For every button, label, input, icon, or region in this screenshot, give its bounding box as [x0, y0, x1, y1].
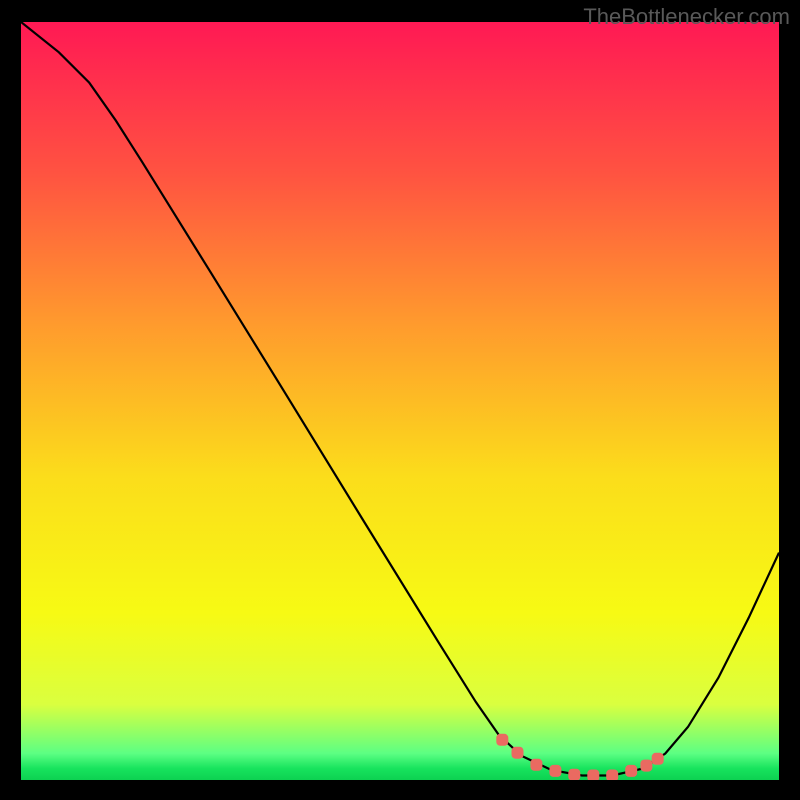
highlight-marker	[549, 765, 561, 777]
highlight-markers	[496, 734, 663, 780]
highlight-marker	[587, 770, 599, 781]
chart-plot-area	[21, 22, 779, 780]
gradient-background	[21, 22, 779, 780]
bottleneck-curve	[21, 22, 779, 776]
highlight-marker	[530, 759, 542, 771]
highlight-marker	[568, 769, 580, 780]
highlight-marker	[512, 747, 524, 759]
highlight-marker	[496, 734, 508, 746]
highlight-marker	[625, 765, 637, 777]
highlight-marker	[606, 770, 618, 781]
highlight-marker	[652, 753, 664, 765]
watermark: TheBottlenecker.com	[583, 4, 790, 30]
chart-svg	[21, 22, 779, 780]
highlight-marker	[640, 760, 652, 772]
